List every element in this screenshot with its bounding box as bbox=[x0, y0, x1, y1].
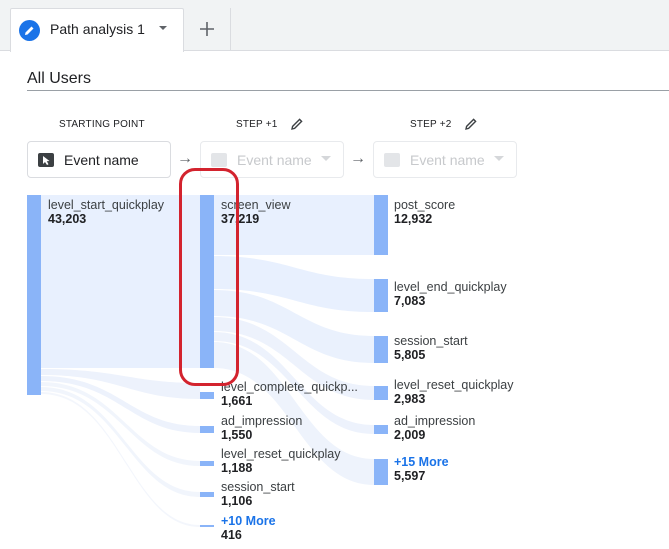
node-bar-session-start-2 bbox=[374, 336, 388, 363]
node-bar-level-reset bbox=[200, 461, 214, 466]
node-value: 416 bbox=[221, 528, 242, 542]
node-bar-ad-impression-2 bbox=[374, 425, 388, 434]
node-value: 1,661 bbox=[221, 394, 253, 408]
node-name: level_end_quickplay bbox=[394, 280, 507, 294]
node-name: level_start_quickplay bbox=[48, 198, 165, 212]
more-link[interactable]: +15 More bbox=[394, 455, 449, 469]
node-value: 2,009 bbox=[394, 428, 426, 442]
node-step1-session-start[interactable]: session_start 1,106 bbox=[221, 480, 295, 508]
node-step2-ad-impression[interactable]: ad_impression 2,009 bbox=[394, 414, 475, 442]
node-value: 43,203 bbox=[48, 212, 87, 226]
node-value: 1,188 bbox=[221, 461, 253, 475]
more-link[interactable]: +10 More bbox=[221, 514, 276, 528]
node-bar-ad-impression bbox=[200, 426, 214, 433]
node-name: session_start bbox=[221, 480, 295, 494]
node-step1-ad-impression[interactable]: ad_impression 1,550 bbox=[221, 414, 302, 442]
highlight-annotation bbox=[179, 168, 239, 386]
node-value: 1,106 bbox=[221, 494, 253, 508]
node-name: ad_impression bbox=[394, 414, 476, 428]
node-bar-level-start-quickplay bbox=[27, 195, 41, 395]
node-value: 12,932 bbox=[394, 212, 433, 226]
node-step2-level-reset[interactable]: level_reset_quickplay 2,983 bbox=[394, 378, 514, 406]
node-name: level_complete_quickp... bbox=[221, 380, 358, 394]
node-value: 5,597 bbox=[394, 469, 426, 483]
node-step1-more[interactable]: +10 More 416 bbox=[221, 514, 276, 542]
node-name: ad_impression bbox=[221, 414, 303, 428]
node-bar-more-step1 bbox=[200, 525, 214, 527]
node-bar-post-score bbox=[374, 195, 388, 255]
node-name: session_start bbox=[394, 334, 468, 348]
node-step2-level-end[interactable]: level_end_quickplay 7,083 bbox=[394, 280, 507, 308]
node-step1-level-reset[interactable]: level_reset_quickplay 1,188 bbox=[221, 447, 341, 475]
node-step2-post-score[interactable]: post_score 12,932 bbox=[394, 198, 455, 226]
node-value: 5,805 bbox=[394, 348, 426, 362]
node-step2-more[interactable]: +15 More 5,597 bbox=[394, 455, 449, 483]
node-bar-level-reset-2 bbox=[374, 386, 388, 400]
node-step2-session-start[interactable]: session_start 5,805 bbox=[394, 334, 468, 362]
node-name: post_score bbox=[394, 198, 456, 212]
node-name: level_reset_quickplay bbox=[394, 378, 514, 392]
node-starting-point[interactable]: level_start_quickplay 43,203 bbox=[48, 198, 164, 226]
node-bar-level-complete bbox=[200, 392, 214, 399]
node-name: level_reset_quickplay bbox=[221, 447, 341, 461]
node-bar-more-step2 bbox=[374, 459, 388, 485]
node-value: 7,083 bbox=[394, 294, 426, 308]
node-value: 1,550 bbox=[221, 428, 253, 442]
node-step1-level-complete[interactable]: level_complete_quickp... 1,661 bbox=[221, 380, 358, 408]
node-bar-level-end bbox=[374, 279, 388, 312]
node-value: 2,983 bbox=[394, 392, 426, 406]
node-bar-session-start bbox=[200, 492, 214, 497]
